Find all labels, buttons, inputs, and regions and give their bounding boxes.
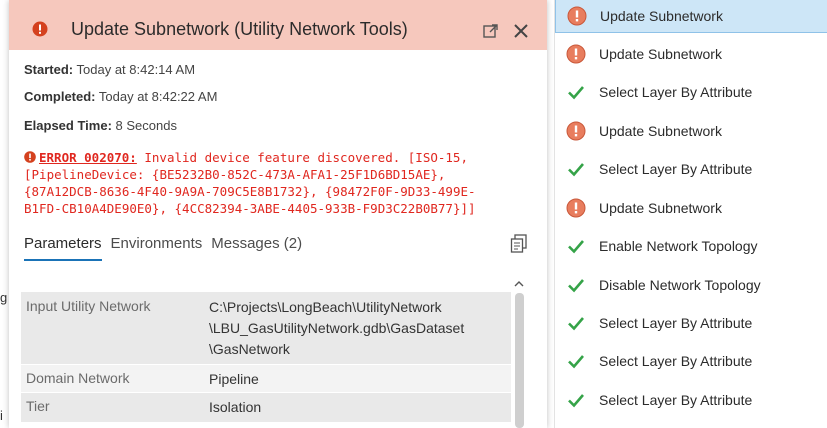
history-item-label: Update Subnetwork: [599, 200, 722, 216]
error-icon: [567, 6, 587, 25]
history-item-label: Select Layer By Attribute: [599, 84, 753, 100]
error-icon: [566, 198, 586, 218]
history-item-label: Enable Network Topology: [599, 238, 758, 254]
scrollbar-thumb[interactable]: [515, 293, 524, 428]
history-item[interactable]: Update Subnetwork: [555, 190, 827, 226]
elapsed-row: Elapsed Time: 8 Seconds: [24, 118, 177, 133]
started-row: Started: Today at 8:42:14 AM: [24, 62, 195, 77]
parameter-value-line: \GasNetwork: [209, 341, 290, 357]
completed-value: Today at 8:42:22 AM: [98, 89, 218, 104]
error-icon: [24, 151, 36, 163]
error-line: Invalid device feature discovered. [ISO-…: [144, 150, 468, 165]
checkmark-icon: [568, 317, 584, 331]
elapsed-value: 8 Seconds: [115, 118, 177, 133]
popout-icon[interactable]: [483, 23, 499, 39]
history-item[interactable]: Disable Network Topology: [555, 267, 827, 303]
completed-row: Completed: Today at 8:42:22 AM: [24, 89, 217, 104]
elapsed-label: Elapsed Time:: [24, 118, 112, 133]
error-icon: [566, 44, 586, 64]
checkmark-icon: [568, 279, 584, 293]
result-tabs: Parameters Environments Messages (2): [24, 235, 311, 261]
history-item-label: Update Subnetwork: [600, 7, 723, 24]
parameter-name: Tier: [26, 398, 50, 414]
history-item[interactable]: Select Layer By Attribute: [555, 382, 827, 418]
error-icon: [32, 21, 48, 37]
parameter-value: Pipeline: [209, 371, 259, 387]
checkmark-icon: [568, 240, 584, 254]
parameter-value-line: \LBU_GasUtilityNetwork.gdb\GasDataset: [209, 320, 465, 336]
parameter-name: Input Utility Network: [26, 298, 151, 314]
geoprocessing-history-list: Update Subnetwork Update Subnetwork Sele…: [554, 0, 827, 428]
completed-label: Completed:: [24, 89, 96, 104]
history-item-label: Update Subnetwork: [599, 123, 722, 139]
parameters-table: Input Utility Network C:\Projects\LongBe…: [21, 292, 511, 423]
error-line: {87A12DCB-8636-4F40-9A9A-709C5E8B1732}, …: [24, 184, 476, 199]
history-item[interactable]: Update Subnetwork: [555, 36, 827, 72]
parameter-name: Domain Network: [26, 370, 130, 386]
history-item-label: Disable Network Topology: [599, 277, 761, 293]
popup-title: Update Subnetwork (Utility Network Tools…: [71, 19, 408, 39]
error-icon: [566, 121, 586, 141]
table-row: Input Utility Network C:\Projects\LongBe…: [21, 292, 511, 365]
error-line: B1FD-CB10A4DE90E0}, {4CC82394-3ABE-4405-…: [24, 201, 476, 216]
history-item[interactable]: Select Layer By Attribute: [555, 151, 827, 187]
history-item[interactable]: Update Subnetwork: [555, 0, 827, 33]
table-row: Tier Isolation: [21, 393, 511, 423]
history-item-label: Select Layer By Attribute: [599, 353, 753, 369]
started-label: Started:: [24, 62, 74, 77]
checkmark-icon: [568, 394, 584, 408]
history-item[interactable]: Select Layer By Attribute: [555, 305, 827, 341]
parameter-value-line: C:\Projects\LongBeach\UtilityNetwork: [209, 299, 442, 315]
copy-icon[interactable]: [510, 234, 528, 254]
table-row: Domain Network Pipeline: [21, 365, 511, 393]
history-item-label: Select Layer By Attribute: [599, 315, 753, 331]
checkmark-icon: [568, 355, 584, 369]
history-item[interactable]: Select Layer By Attribute: [555, 343, 827, 379]
history-item[interactable]: Update Subnetwork: [555, 113, 827, 149]
history-item-label: Select Layer By Attribute: [599, 392, 753, 408]
history-item-label: Update Subnetwork: [599, 46, 722, 62]
checkmark-icon: [568, 163, 584, 177]
started-value: Today at 8:42:14 AM: [76, 62, 196, 77]
checkmark-icon: [568, 86, 584, 100]
popup-header: Update Subnetwork (Utility Network Tools…: [9, 0, 547, 50]
tab-messages[interactable]: Messages (2): [211, 235, 302, 261]
close-icon[interactable]: [513, 23, 529, 39]
history-item[interactable]: Select Layer By Attribute: [555, 74, 827, 110]
tab-parameters[interactable]: Parameters: [24, 235, 102, 261]
tool-result-popup: Update Subnetwork (Utility Network Tools…: [9, 0, 547, 428]
parameter-value: Isolation: [209, 399, 262, 415]
error-code-link[interactable]: ERROR 002070:: [39, 150, 137, 165]
error-message: ERROR 002070: Invalid device feature dis…: [24, 149, 544, 217]
history-item-label: Select Layer By Attribute: [599, 161, 753, 177]
parameter-value: C:\Projects\LongBeach\UtilityNetwork \LB…: [209, 292, 511, 364]
error-line: [PipelineDevice: {BE5232B0-852C-473A-AFA…: [24, 167, 446, 182]
history-item[interactable]: Enable Network Topology: [555, 228, 827, 264]
scroll-up-arrow-icon[interactable]: [513, 279, 525, 289]
tab-environments[interactable]: Environments: [111, 235, 203, 261]
